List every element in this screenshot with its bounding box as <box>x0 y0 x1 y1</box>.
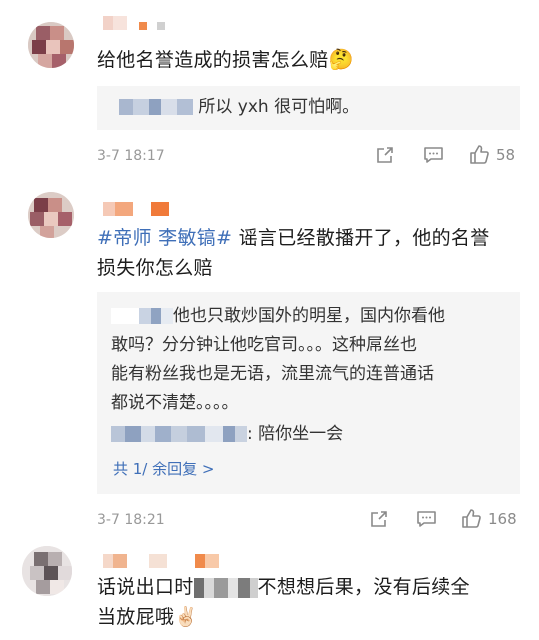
reply-2: : 陪你坐一会 <box>111 420 343 449</box>
thinking-face-icon: 🤔 <box>328 47 354 71</box>
thumbs-up-icon <box>462 509 481 528</box>
share-icon <box>371 511 387 527</box>
reply-box[interactable]: 所以 yxh 很可怕啊。 <box>97 86 520 130</box>
username-blurred[interactable] <box>103 16 183 32</box>
comment-text: 话说出口时 不想想后果，没有后续全 当放屁哦✌🏻 <box>97 576 470 628</box>
avatar[interactable] <box>28 192 74 238</box>
blurred-text <box>193 577 258 598</box>
avatar[interactable] <box>22 546 72 596</box>
avatar[interactable] <box>28 22 74 68</box>
reply-username-blurred[interactable] <box>111 426 247 442</box>
comment-button[interactable] <box>416 509 437 529</box>
share-button[interactable] <box>369 509 389 529</box>
victory-hand-icon: ✌🏻 <box>174 606 199 628</box>
thumbs-up-icon <box>470 145 489 164</box>
comment-1: 给他名誉造成的损害怎么赔🤔 所以 yxh 很可怕啊。 3-7 18:17 58 <box>0 0 539 178</box>
topic-tag-link[interactable]: #帝师 李敏镐# <box>97 227 232 249</box>
timestamp: 3-7 18:17 <box>97 148 165 164</box>
reply-box[interactable]: 他也只敢炒国外的明星，国内你看他 敢吗？分分钟让他吃官司。。。这种屌丝也 能有粉… <box>97 292 520 494</box>
share-button[interactable] <box>375 145 395 165</box>
comment-text: 给他名誉造成的损害怎么赔🤔 <box>97 47 354 71</box>
username-blurred[interactable] <box>103 554 233 570</box>
share-icon <box>377 147 393 163</box>
like-count: 168 <box>488 509 517 528</box>
comment-2: #帝师 李敏镐# 谣言已经散播开了，他的名誉 损失你怎么赔 他也只敢炒国外的明星… <box>0 180 539 540</box>
comment-3: 话说出口时 不想想后果，没有后续全 当放屁哦✌🏻 <box>0 540 539 640</box>
timestamp: 3-7 18:21 <box>97 512 165 528</box>
comment-text: #帝师 李敏镐# 谣言已经散播开了，他的名誉 损失你怎么赔 <box>97 227 490 279</box>
username-blurred[interactable] <box>103 202 183 218</box>
comment-button[interactable] <box>423 145 444 165</box>
comment-icon <box>417 511 436 527</box>
reply-1: 他也只敢炒国外的明星，国内你看他 敢吗？分分钟让他吃官司。。。这种屌丝也 能有粉… <box>111 306 445 413</box>
reply-line: 所以 yxh 很可怕啊。 <box>119 93 359 122</box>
reply-username-blurred[interactable] <box>119 99 193 115</box>
view-more-replies-link[interactable]: 共 1/ 余回复 > <box>113 458 214 479</box>
like-count: 58 <box>496 145 516 164</box>
comment-icon <box>424 147 443 163</box>
like-button[interactable]: 58 <box>469 144 515 165</box>
like-button[interactable]: 168 <box>461 508 517 529</box>
reply-username-blurred[interactable] <box>111 308 173 324</box>
